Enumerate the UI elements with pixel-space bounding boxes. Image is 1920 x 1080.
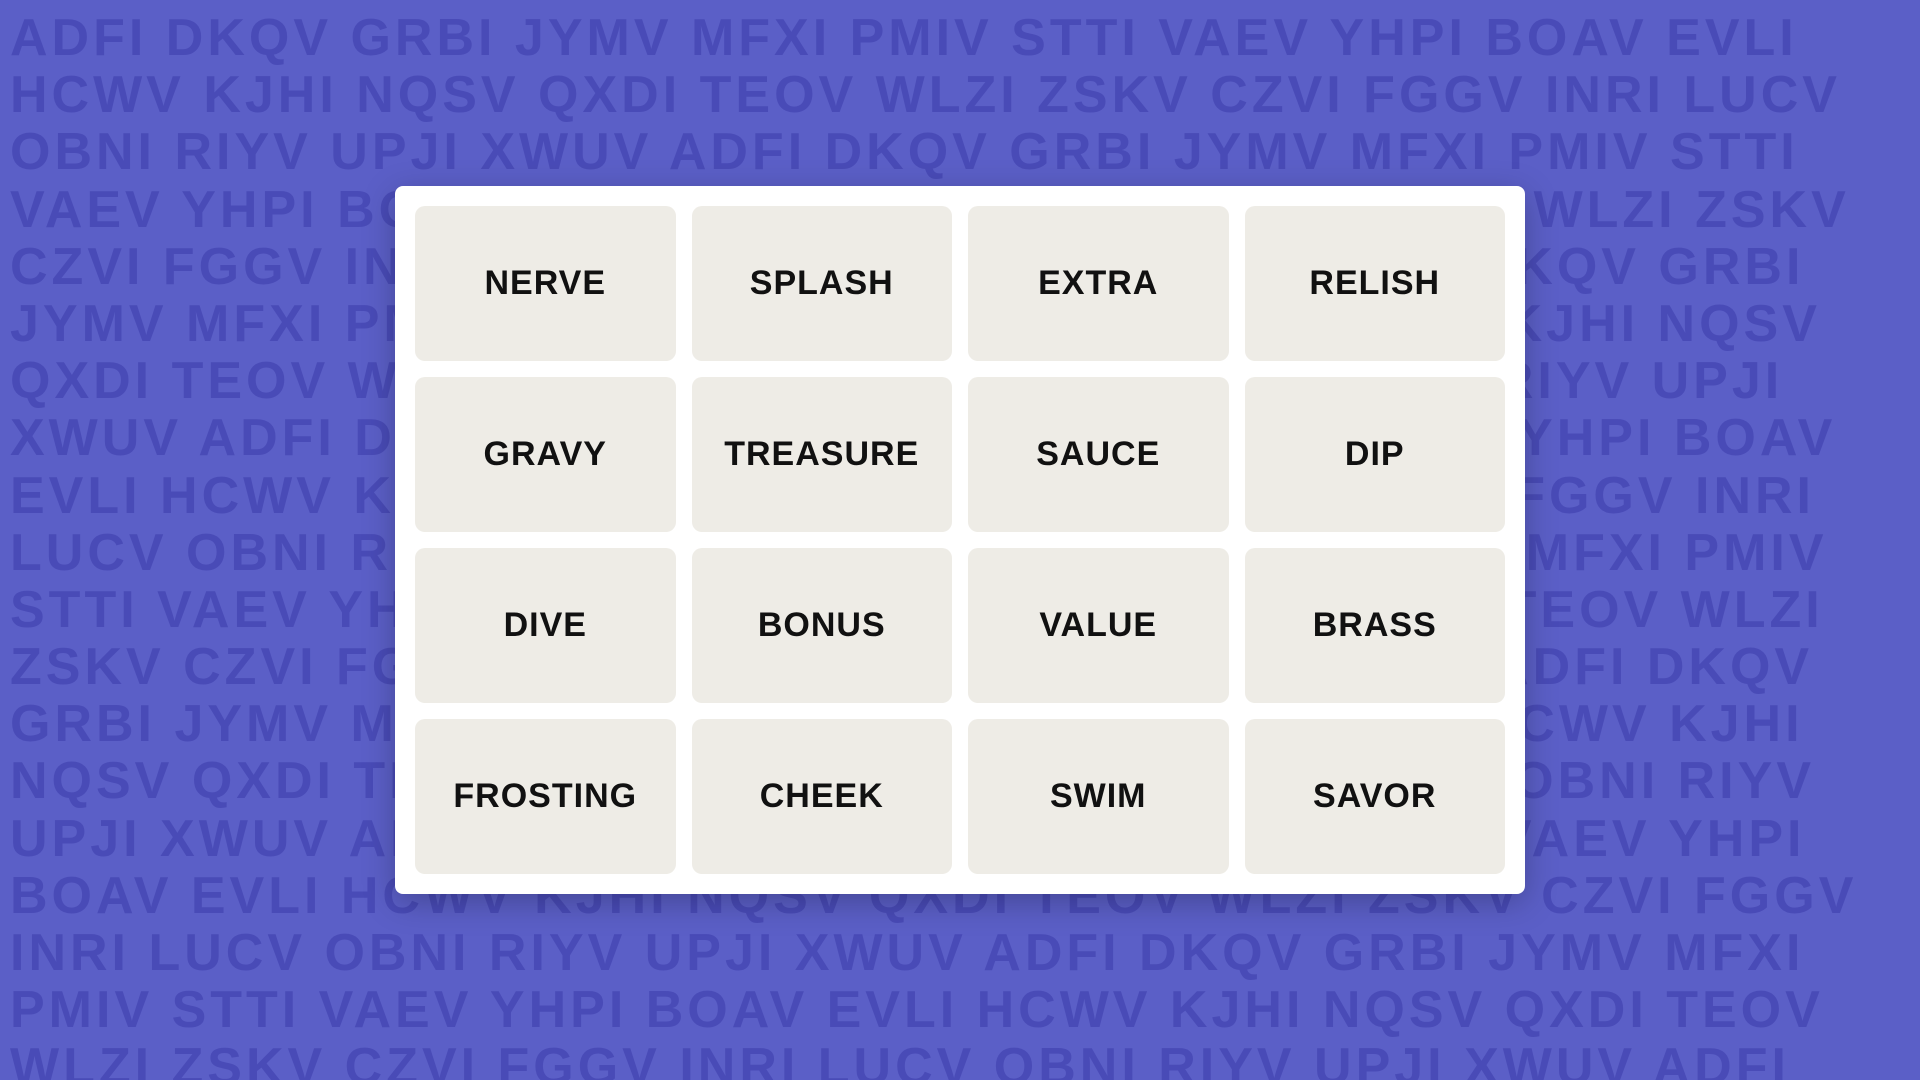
word-cell-treasure[interactable]: TREASURE <box>692 377 953 532</box>
word-cell-nerve[interactable]: NERVE <box>415 206 676 361</box>
word-card: NERVE SPLASH EXTRA RELISH GRAVY TREASURE SAUCE… <box>395 186 1525 894</box>
word-cell-value[interactable]: VALUE <box>968 548 1229 703</box>
word-label: EXTRA <box>1038 264 1158 303</box>
word-cell-savor[interactable]: SAVOR <box>1245 719 1506 874</box>
word-label: CHEEK <box>760 777 884 816</box>
word-grid: NERVE SPLASH EXTRA RELISH GRAVY TREASURE SAUCE… <box>415 206 1505 874</box>
word-label: NERVE <box>484 264 606 303</box>
word-label: RELISH <box>1309 264 1440 303</box>
word-label: TREASURE <box>724 435 919 474</box>
word-cell-dip[interactable]: DIP <box>1245 377 1506 532</box>
word-label: SAVOR <box>1313 777 1436 816</box>
word-cell-swim[interactable]: SWIM <box>968 719 1229 874</box>
word-cell-brass[interactable]: BRASS <box>1245 548 1506 703</box>
word-label: BRASS <box>1313 606 1437 645</box>
word-label: DIP <box>1345 435 1405 474</box>
word-label: GRAVY <box>484 435 607 474</box>
word-label: SWIM <box>1050 777 1147 816</box>
word-cell-relish[interactable]: RELISH <box>1245 206 1506 361</box>
word-cell-gravy[interactable]: GRAVY <box>415 377 676 532</box>
word-cell-cheek[interactable]: CHEEK <box>692 719 953 874</box>
word-label: VALUE <box>1039 606 1157 645</box>
word-label: DIVE <box>504 606 587 645</box>
word-label: BONUS <box>758 606 886 645</box>
word-cell-dive[interactable]: DIVE <box>415 548 676 703</box>
word-label: SPLASH <box>750 264 894 303</box>
word-label: SAUCE <box>1036 435 1160 474</box>
word-cell-sauce[interactable]: SAUCE <box>968 377 1229 532</box>
word-cell-bonus[interactable]: BONUS <box>692 548 953 703</box>
word-cell-frosting[interactable]: FROSTING <box>415 719 676 874</box>
word-cell-extra[interactable]: EXTRA <box>968 206 1229 361</box>
word-cell-splash[interactable]: SPLASH <box>692 206 953 361</box>
word-label: FROSTING <box>453 777 637 816</box>
